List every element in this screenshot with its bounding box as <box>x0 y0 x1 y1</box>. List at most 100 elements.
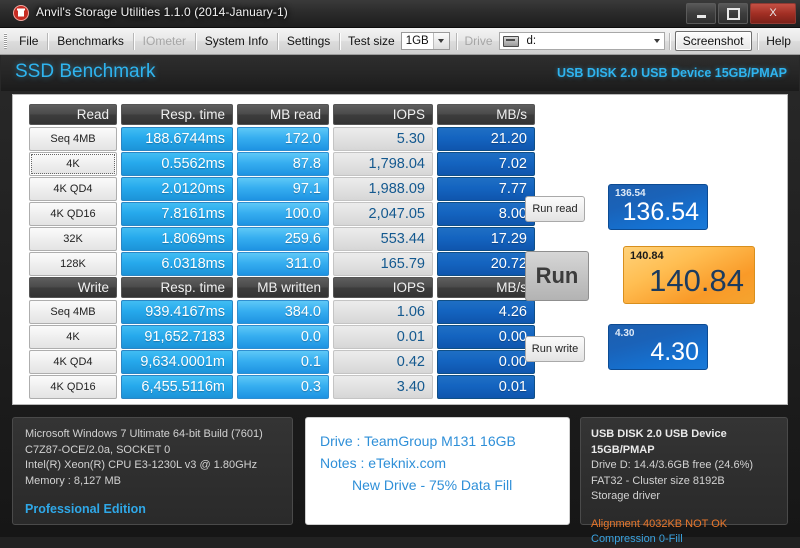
notes-panel[interactable]: Drive : TeamGroup M131 16GB Notes : eTek… <box>305 417 570 525</box>
read-cell: 1.8069ms <box>121 227 233 251</box>
run-button[interactable]: Run <box>525 251 589 301</box>
write-score-value: 4.30 <box>650 338 699 366</box>
read-test-button[interactable]: 4K QD16 <box>29 202 117 226</box>
table-row: 4K QD4 2.0120ms 97.1 1,988.09 7.77 <box>29 177 535 201</box>
menu-item-iometer: IOmeter <box>142 34 187 48</box>
drive-info-device: USB DISK 2.0 USB Device 15GB/PMAP <box>591 428 727 456</box>
read-cell: 2.0120ms <box>121 177 233 201</box>
test-size-label: Test size <box>348 34 395 48</box>
write-cell: 3.40 <box>333 375 433 399</box>
read-cell: 7.02 <box>437 152 535 176</box>
page-title: SSD Benchmark <box>15 61 156 82</box>
read-test-button[interactable]: Seq 4MB <box>29 127 117 151</box>
drive-info-panel: USB DISK 2.0 USB Device 15GB/PMAP Drive … <box>580 417 788 545</box>
read-cell: 21.20 <box>437 127 535 151</box>
read-cell: 5.30 <box>333 127 433 151</box>
read-cell: 17.29 <box>437 227 535 251</box>
read-column-header: Resp. time <box>121 104 233 125</box>
chevron-down-icon[interactable] <box>649 33 664 49</box>
write-score-box: 4.30 4.30 <box>608 324 708 370</box>
write-column-header: Resp. time <box>121 277 233 298</box>
write-column-header: Write <box>29 277 117 298</box>
window-title: Anvil's Storage Utilities 1.1.0 (2014-Ja… <box>36 5 288 19</box>
read-cell: 2,047.05 <box>333 202 433 226</box>
menu-item-settings[interactable]: Settings <box>278 31 339 51</box>
write-cell: 91,652.7183 <box>121 325 233 349</box>
read-cell: 311.0 <box>237 252 329 276</box>
read-cell: 553.44 <box>333 227 433 251</box>
read-test-button[interactable]: 4K QD4 <box>29 177 117 201</box>
write-column-header: IOPS <box>333 277 433 298</box>
read-test-button[interactable]: 128K <box>29 252 117 276</box>
minimize-button[interactable] <box>686 3 716 24</box>
read-column-header: MB/s <box>437 104 535 125</box>
close-icon: X <box>769 7 777 19</box>
read-cell: 165.79 <box>333 252 433 276</box>
banner-device-label: USB DISK 2.0 USB Device 15GB/PMAP <box>557 66 787 80</box>
drive-info-filesystem: FAT32 - Cluster size 8192B <box>591 474 725 487</box>
write-cell: 4.26 <box>437 300 535 324</box>
test-size-value: 1GB <box>405 35 429 47</box>
close-button[interactable]: X <box>750 3 796 24</box>
menu-item-file[interactable]: File <box>10 31 47 51</box>
run-write-button[interactable]: Run write <box>525 336 585 362</box>
drive-select[interactable]: d: <box>498 32 666 50</box>
write-cell: 0.0 <box>237 325 329 349</box>
write-cell: 1.06 <box>333 300 433 324</box>
drive-info-compression: Compression 0-Fill <box>591 533 683 545</box>
system-memory: Memory : 8,127 MB <box>25 474 121 487</box>
table-row: Seq 4MB 939.4167ms 384.0 1.06 4.26 <box>29 300 535 324</box>
run-read-button[interactable]: Run read <box>525 196 585 222</box>
write-test-button[interactable]: 4K <box>29 325 117 349</box>
read-column-header: Read <box>29 104 117 125</box>
menu-item-help[interactable]: Help <box>757 31 800 51</box>
drive-info-alignment: Alignment 4032KB NOT OK <box>591 517 728 530</box>
write-results-table: Write Resp. time MB written IOPS MB/s Seq 4MB… <box>29 277 535 400</box>
table-row: 4K QD16 7.8161ms 100.0 2,047.05 8.00 <box>29 202 535 226</box>
screenshot-button[interactable]: Screenshot <box>674 31 752 51</box>
write-cell: 0.01 <box>437 375 535 399</box>
table-row: 4K QD16 6,455.5116m 0.3 3.40 0.01 <box>29 375 535 399</box>
notes-drive: Drive : TeamGroup M131 16GB <box>320 433 516 449</box>
maximize-button[interactable] <box>718 3 748 24</box>
write-test-button[interactable]: Seq 4MB <box>29 300 117 324</box>
application-window: Anvil's Storage Utilities 1.1.0 (2014-Ja… <box>0 0 800 545</box>
write-table-header: Write Resp. time MB written IOPS MB/s <box>29 277 535 298</box>
read-cell: 1,798.04 <box>333 152 433 176</box>
notes-extra: New Drive - 75% Data Fill <box>352 477 513 493</box>
write-cell: 0.3 <box>237 375 329 399</box>
chevron-down-icon[interactable] <box>432 33 449 49</box>
system-info-panel: Microsoft Windows 7 Ultimate 64-bit Buil… <box>12 417 293 525</box>
write-test-button[interactable]: 4K QD4 <box>29 350 117 374</box>
benchmark-banner: SSD Benchmark USB DISK 2.0 USB Device 15… <box>1 55 799 91</box>
total-score-caption: 140.84 <box>630 250 664 262</box>
read-cell: 188.6744ms <box>121 127 233 151</box>
edition-label: Professional Edition <box>25 502 146 516</box>
read-cell: 6.0318ms <box>121 252 233 276</box>
read-results-table: Read Resp. time MB read IOPS MB/s Seq 4MB 188.… <box>29 104 535 277</box>
drive-value: d: <box>526 35 537 47</box>
menu-item-system-info[interactable]: System Info <box>196 31 277 51</box>
table-row: Seq 4MB 188.6744ms 172.0 5.30 21.20 <box>29 127 535 151</box>
read-cell: 7.8161ms <box>121 202 233 226</box>
read-test-button[interactable]: 32K <box>29 227 117 251</box>
write-test-button[interactable]: 4K QD16 <box>29 375 117 399</box>
title-bar: Anvil's Storage Utilities 1.1.0 (2014-Ja… <box>0 0 800 28</box>
test-size-select[interactable]: 1GB <box>400 32 450 50</box>
read-score-value: 136.54 <box>622 198 699 226</box>
read-table-header: Read Resp. time MB read IOPS MB/s <box>29 104 535 125</box>
read-test-button[interactable]: 4K <box>29 152 117 176</box>
read-cell: 87.8 <box>237 152 329 176</box>
total-score-box: 140.84 140.84 <box>623 246 755 304</box>
drive-info-driver: Storage driver <box>591 490 661 502</box>
toolbar-grip[interactable] <box>4 33 8 49</box>
read-column-header: IOPS <box>333 104 433 125</box>
menu-separator <box>669 32 670 50</box>
table-row: 4K QD4 9,634.0001m 0.1 0.42 0.00 <box>29 350 535 374</box>
drive-label: Drive <box>464 34 493 48</box>
read-cell: 172.0 <box>237 127 329 151</box>
read-cell: 97.1 <box>237 177 329 201</box>
read-cell: 1,988.09 <box>333 177 433 201</box>
write-cell: 0.1 <box>237 350 329 374</box>
menu-item-benchmarks[interactable]: Benchmarks <box>48 31 133 51</box>
